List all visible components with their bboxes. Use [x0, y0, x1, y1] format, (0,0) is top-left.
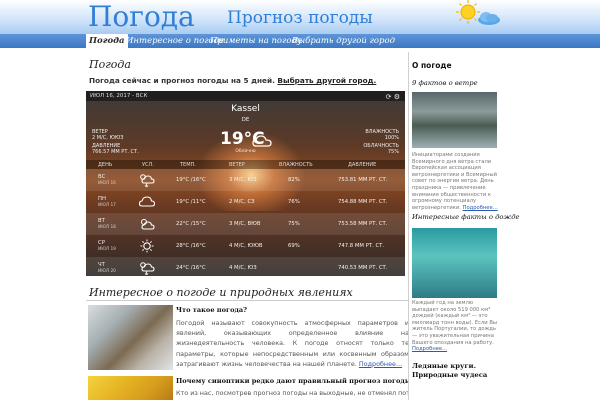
article-text: Погодой называют совокупность атмосферны…	[176, 318, 409, 369]
sidebar-article-title-3[interactable]: Ледяные круги. Природные чудеса	[412, 362, 502, 380]
forecast-day: ЧТ	[98, 262, 105, 268]
sidebar-article-text-2: Каждый год на землю выпадает около 519 0…	[412, 300, 498, 353]
forecast-pressure: 754.88 ММ РТ. СТ.	[338, 199, 388, 205]
wind-value: 2 М/С, ЮЮЗ	[92, 135, 124, 141]
forecast-day: ПН	[98, 196, 106, 202]
forecast-temp: 28°C /16°C	[176, 243, 206, 249]
forecast-pressure: 747.8 ММ РТ. СТ.	[338, 243, 385, 249]
sidebar-article-body-2: Каждый год на землю выпадает около 519 0…	[412, 300, 497, 346]
forecast-row: ВС ИЮЛ 16 19°C /16°C 3 М/С, ЮЗ 82% 753.81 ММ …	[86, 169, 405, 191]
forecast-day: ВТ	[98, 218, 105, 224]
settings-icon[interactable]: ⚙	[394, 93, 400, 101]
forecast-wind: 4 М/С, ЮЗ	[229, 265, 257, 271]
forecast-date: ИЮЛ 17	[98, 203, 116, 208]
col-wind: ВЕТЕР	[229, 162, 245, 168]
main-nav: Погода Интересное о погоде Приметы на по…	[0, 34, 600, 48]
forecast-humidity: 75%	[288, 221, 300, 227]
sidebar-article-body: Инициаторами создания Всемирного дня вет…	[412, 152, 497, 211]
forecast-day: ВС	[98, 174, 106, 180]
sun-icon	[140, 239, 154, 253]
forecast-wind: 3 М/С, ВЮВ	[229, 221, 261, 227]
forecast-date: ИЮЛ 20	[98, 269, 116, 274]
section-title: Интересное о погоде и природных явлениях	[89, 286, 353, 299]
col-cond: УСЛ.	[142, 162, 154, 168]
forecast-row: ВТ ИЮЛ 18 22°C /15°C 3 М/С, ВЮВ 75% 753.58 ММ…	[86, 213, 405, 235]
humidity-info: ВЛАЖНОСТЬ 100%	[365, 129, 399, 141]
forecast-row: СР ИЮЛ 19 28°C /16°C 4 М/С, ЮЮВ 69% 747.8 ММ …	[86, 235, 405, 257]
sidebar-article-title-2[interactable]: Интересные факты о дожде	[412, 213, 520, 221]
forecast-wind: 4 М/С, ЮЮВ	[229, 243, 263, 249]
forecast-pressure: 753.81 ММ РТ. СТ.	[338, 177, 388, 183]
col-humidity: ВЛАЖНОСТЬ	[279, 162, 313, 168]
cloudiness-info: ОБЛАЧНОСТЬ 75%	[363, 143, 399, 155]
forecast-row: ЧТ ИЮЛ 20 24°C /16°C 4 М/С, ЮЗ 740.53 ММ РТ.…	[86, 257, 405, 276]
storm-cloud-icon	[140, 262, 155, 275]
forecast-date: ИЮЛ 18	[98, 225, 116, 230]
widget-country: DE	[241, 117, 250, 123]
forecast-temp: 22°C /15°C	[176, 221, 206, 227]
partly-cloudy-icon	[141, 219, 155, 230]
forecast-date: ИЮЛ 16	[98, 181, 116, 186]
sidebar-article-title[interactable]: 9 фактов о ветре	[412, 79, 478, 87]
article-image-frost[interactable]	[88, 305, 173, 370]
intro-sentence: Погода сейчас и прогноз погоды на 5 дней…	[89, 76, 275, 85]
forecast-header: ДЕНЬ УСЛ. ТЕМП. ВЕТЕР ВЛАЖНОСТЬ ДАВЛЕНИЕ	[86, 160, 405, 169]
read-more-link[interactable]: Подробнее...	[359, 360, 402, 368]
article-image-umbrella[interactable]	[88, 376, 173, 400]
article-title-2[interactable]: Почему синоптики редко дают правильный п…	[176, 377, 415, 385]
article-title[interactable]: Что такое погода?	[176, 306, 247, 314]
sidebar-image-rain[interactable]	[412, 228, 497, 298]
widget-date-bar: ИЮЛ 16, 2017 - ВСК ⟳ ⚙	[86, 91, 405, 101]
change-city-link[interactable]: Выбрать другой город.	[277, 76, 376, 85]
forecast-date: ИЮЛ 19	[98, 247, 116, 252]
forecast-temp: 24°C /16°C	[176, 265, 206, 271]
cloud-icon	[252, 135, 272, 147]
refresh-icon[interactable]: ⟳	[386, 93, 392, 101]
nav-item-signs[interactable]: Приметы на погоду	[210, 34, 302, 48]
cloud-icon	[139, 196, 155, 207]
forecast-pressure: 753.58 ММ РТ. СТ.	[338, 221, 388, 227]
page-title: Погода	[89, 58, 131, 71]
sidebar-heading: О погоде	[412, 61, 452, 70]
forecast-pressure: 740.53 ММ РТ. СТ.	[338, 265, 388, 271]
storm-cloud-icon	[140, 174, 155, 187]
sidebar-read-more-link[interactable]: Подробнее...	[463, 205, 498, 211]
weather-widget: ИЮЛ 16, 2017 - ВСК ⟳ ⚙ Kassel DE 19°C Об…	[86, 91, 405, 276]
pressure-info: ДАВЛЕНИЕ 766.57 ММ РТ. СТ.	[92, 143, 139, 155]
divider	[86, 300, 409, 301]
pressure-value: 766.57 ММ РТ. СТ.	[92, 149, 139, 155]
widget-controls: ⟳ ⚙	[386, 92, 400, 102]
col-pressure: ДАВЛЕНИЕ	[348, 162, 377, 168]
intro-text: Погода сейчас и прогноз погоды на 5 дней…	[89, 76, 376, 85]
nav-item-change-city[interactable]: Выбрать другой город	[292, 34, 395, 48]
cloud-icon	[478, 12, 500, 25]
col-temp: ТЕМП.	[180, 162, 196, 168]
col-day: ДЕНЬ	[98, 162, 113, 168]
site-header: Погода Прогноз погоды	[0, 0, 600, 34]
sidebar-article-text: Инициаторами создания Всемирного дня вет…	[412, 152, 498, 211]
article-text-2: Кто из нас, посмотрев прогноз погоды на …	[176, 389, 409, 397]
sidebar-image-wind[interactable]	[412, 92, 497, 148]
sidebar-read-more-link-2[interactable]: Подробнее...	[412, 346, 447, 352]
site-title[interactable]: Погода	[88, 0, 195, 33]
wind-info: ВЕТЕР 2 М/С, ЮЮЗ	[92, 129, 123, 141]
forecast-humidity: 76%	[288, 199, 300, 205]
forecast-humidity: 69%	[288, 243, 300, 249]
forecast-wind: 3 М/С, ЮЗ	[229, 177, 257, 183]
widget-date: ИЮЛ 16, 2017 - ВСК	[90, 93, 148, 99]
forecast-temp: 19°C /16°C	[176, 177, 206, 183]
nav-item-weather[interactable]: Погода	[86, 34, 128, 48]
cloudiness-value: 75%	[387, 149, 399, 155]
forecast-row: ПН ИЮЛ 17 19°C /11°C 2 М/С, СЗ 76% 754.88 ММ …	[86, 191, 405, 213]
humidity-value: 100%	[384, 135, 399, 141]
forecast-wind: 2 М/С, СЗ	[229, 199, 255, 205]
forecast-temp: 19°C /11°C	[176, 199, 206, 205]
site-subtitle: Прогноз погоды	[227, 8, 373, 28]
forecast-humidity: 82%	[288, 177, 300, 183]
forecast-day: СР	[98, 240, 105, 246]
widget-city: Kassel	[231, 104, 260, 114]
